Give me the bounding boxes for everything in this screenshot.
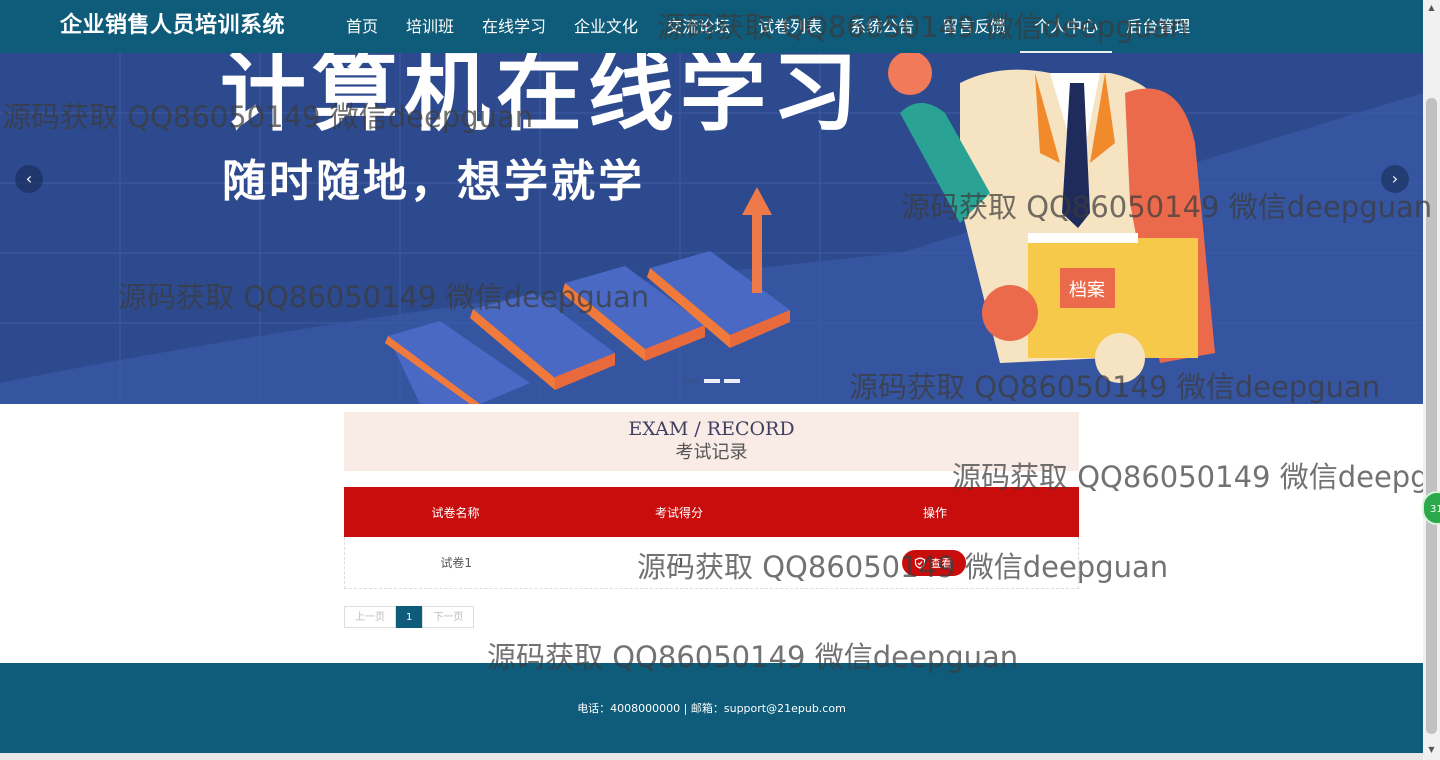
- carousel-indicator[interactable]: [724, 379, 740, 383]
- scroll-down-icon[interactable]: ▼: [1423, 742, 1440, 758]
- footer-contact: 电话：4008000000 | 邮箱：support@21epub.com: [577, 702, 846, 715]
- column-header-score: 考试得分: [654, 505, 703, 520]
- column-header-action: 操作: [922, 505, 947, 520]
- prev-page-button[interactable]: 上一页: [344, 606, 396, 628]
- nav-item-announcements[interactable]: 系统公告: [836, 0, 928, 53]
- pagination: 上一页 1 下一页: [344, 606, 475, 628]
- site-brand[interactable]: 企业销售人员培训系统: [60, 10, 285, 42]
- nav-item-online-learning[interactable]: 在线学习: [468, 0, 560, 53]
- view-button-label: 查看: [930, 556, 953, 570]
- section-header: EXAM / RECORD 考试记录: [344, 412, 1079, 471]
- view-button[interactable]: 查看: [902, 549, 967, 576]
- carousel-prev-button[interactable]: ‹: [15, 165, 43, 193]
- chevron-right-icon: ›: [1391, 169, 1399, 188]
- carousel-indicators: [684, 379, 740, 383]
- section-title-cn: 考试记录: [675, 442, 748, 463]
- nav-item-home[interactable]: 首页: [332, 0, 392, 53]
- nav-item-feedback[interactable]: 留言反馈: [928, 0, 1020, 53]
- cell-action: 查看: [791, 537, 1078, 588]
- cell-score: 0: [675, 555, 683, 570]
- bottom-strip: [0, 753, 1423, 760]
- page-scrollbar[interactable]: ▲ ▼: [1423, 0, 1440, 760]
- table-header: 试卷名称 考试得分 操作: [344, 487, 1079, 537]
- banner-subtitle: 随时随地，想学就学: [222, 156, 645, 207]
- footer: 电话：4008000000 | 邮箱：support@21epub.com: [0, 663, 1423, 753]
- hero-carousel: 档案 计算机在线学习 随时随地，想学就学 ‹ ›: [0, 53, 1423, 404]
- table-row: 试卷1 0 查看: [344, 537, 1079, 589]
- chevron-left-icon: ‹: [25, 169, 33, 188]
- exam-record-table: 试卷名称 考试得分 操作 试卷1 0 查看: [344, 487, 1079, 589]
- next-page-button[interactable]: 下一页: [422, 606, 475, 628]
- section-title-en: EXAM / RECORD: [628, 418, 795, 440]
- top-navbar: 企业销售人员培训系统 首页 培训班 在线学习 企业文化 交流论坛 试卷列表 系统…: [0, 0, 1423, 53]
- carousel-indicator[interactable]: [704, 379, 720, 383]
- scroll-up-icon[interactable]: ▲: [1423, 0, 1440, 16]
- page-number-current[interactable]: 1: [396, 606, 423, 628]
- scroll-thumb[interactable]: [1426, 98, 1437, 734]
- carousel-next-button[interactable]: ›: [1381, 165, 1409, 193]
- carousel-indicator[interactable]: [684, 379, 700, 383]
- nav-item-exam-list[interactable]: 试卷列表: [744, 0, 836, 53]
- column-header-exam-name: 试卷名称: [431, 505, 480, 520]
- cell-exam-name: 试卷1: [440, 556, 473, 570]
- nav-item-corporate-culture[interactable]: 企业文化: [560, 0, 652, 53]
- nav-item-personal-center[interactable]: 个人中心: [1020, 0, 1113, 53]
- shield-check-icon: [915, 556, 926, 569]
- banner-title: 计算机在线学习: [220, 53, 864, 143]
- book-label: 档案: [1069, 280, 1105, 301]
- nav-item-forum[interactable]: 交流论坛: [652, 0, 744, 53]
- nav-item-training-class[interactable]: 培训班: [392, 0, 468, 53]
- main-nav: 首页 培训班 在线学习 企业文化 交流论坛 试卷列表 系统公告 留言反馈 个人中…: [332, 0, 1204, 53]
- nav-item-admin[interactable]: 后台管理: [1112, 0, 1204, 53]
